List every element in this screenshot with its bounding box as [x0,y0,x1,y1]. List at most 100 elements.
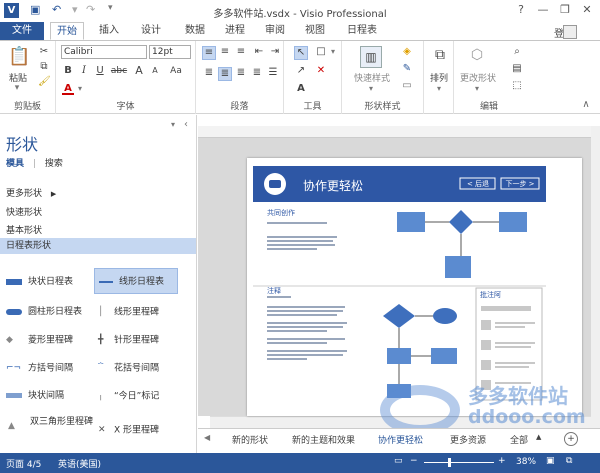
tab-insert[interactable]: 插入 [92,22,126,40]
shape-block-timeline[interactable]: 块状日程表 [6,269,92,295]
slide-next-button[interactable]: 下一步 > [503,179,537,189]
close-button[interactable]: ✕ [578,2,596,18]
quick-styles-icon[interactable]: ▥ [360,46,382,68]
page-tab-new-shapes[interactable]: 新的形状 [232,433,268,446]
minimize-button[interactable]: — [534,2,552,18]
slide-back-button[interactable]: < 后退 [463,179,493,189]
font-color-icon[interactable]: A [62,83,74,95]
shape-line-milestone[interactable]: │ 线形里程碑 [98,299,192,325]
pointer-tool-icon[interactable]: ↖ [294,46,308,60]
arrange-icon[interactable]: ⧉ [431,46,449,64]
page-indicator[interactable]: 页面 4/5 [6,457,41,470]
align-center-icon[interactable]: ≣ [218,67,232,81]
format-painter-icon[interactable]: 🖌 [38,76,51,88]
page-tab-new-themes[interactable]: 新的主题和效果 [292,433,355,446]
align-right-icon[interactable]: ≣ [234,67,248,79]
shape-brace-interval[interactable]: ⏞ 花括号间隔 [98,355,192,381]
increase-font-icon[interactable]: A [132,65,146,77]
font-color-dropdown-icon[interactable]: ▾ [74,83,86,95]
fit-page-icon[interactable]: ▣ [546,456,555,466]
page-tab-all[interactable]: 全部 [510,433,528,446]
add-page-icon[interactable]: + [564,432,578,446]
font-size-combo[interactable]: 12pt [149,45,191,59]
restore-button[interactable]: ❐ [556,2,574,18]
all-pages-dropdown-icon[interactable]: ▲ [536,433,541,441]
fill-icon[interactable]: ◈ [400,46,414,58]
tab-design[interactable]: 设计 [134,22,168,40]
connector-tool-icon[interactable]: ↗ [294,65,308,77]
shape-pin-milestone[interactable]: ╋ 针形里程碑 [98,327,192,353]
menu-quick-shapes[interactable]: 快速形状 [6,205,42,218]
copy-icon[interactable]: ⧉ [38,61,50,73]
help-button[interactable]: ? [512,2,530,18]
tab-review[interactable]: 审阅 [258,22,292,40]
italic-icon[interactable]: I [78,65,90,77]
collapse-ribbon-icon[interactable]: ∧ [580,99,592,111]
cut-icon[interactable]: ✂ [38,46,50,58]
vertical-scrollbar[interactable] [591,126,600,428]
view-normal-icon[interactable]: ▭ [394,456,403,466]
change-shape-dropdown-icon[interactable]: ▾ [472,83,482,95]
paste-dropdown-icon[interactable]: ▾ [12,83,22,93]
shape-double-triangle-milestone[interactable]: ▲ 双三角形里程碑 [6,415,98,441]
find-icon[interactable]: ⌕ [510,46,524,58]
shape-today-marker[interactable]: ╷ “今日”标记 [98,383,192,409]
tab-file[interactable]: 文件 [0,22,44,40]
shapes-pane-collapse-icon[interactable]: ‹ [181,119,191,131]
bullets-icon[interactable]: ☰ [266,67,280,79]
page-tab-collaboration[interactable]: 协作更轻松 [378,433,423,446]
delete-connector-icon[interactable]: ✕ [314,65,328,77]
shape-diamond-milestone[interactable]: ◆ 菱形里程碑 [6,327,92,353]
select-icon[interactable]: ⬚ [510,80,524,92]
align-middle-icon[interactable]: ≡ [218,46,232,58]
line-icon[interactable]: ✎ [400,63,414,75]
shape-block-interval[interactable]: 块状间隔 [6,383,92,409]
shape-cylinder-timeline[interactable]: 圆柱形日程表 [6,299,92,325]
menu-more-shapes[interactable]: 更多形状 ▶ [6,186,56,199]
drawing-page[interactable]: 协作更轻松 < 后退 下一步 > 共同创作 注释 批注阿 [247,158,582,416]
strikethrough-icon[interactable]: abc [110,65,128,77]
arrange-dropdown-icon[interactable]: ▾ [434,83,444,95]
page-tab-more-resources[interactable]: 更多资源 [450,433,486,446]
increase-indent-icon[interactable]: ⇥ [268,46,282,58]
horizontal-ruler[interactable] [198,126,591,138]
tab-data[interactable]: 数据 [178,22,212,40]
effects-icon[interactable]: ▭ [400,80,414,92]
shape-x-milestone[interactable]: ✕ X 形里程碑 [98,417,192,443]
shapes-pane-menu-icon[interactable]: ▾ [168,119,178,131]
tab-stencils[interactable]: 模具 [6,159,24,169]
align-bottom-icon[interactable]: ≡ [234,46,248,58]
zoom-in-icon[interactable]: + [498,456,506,466]
change-case-icon[interactable]: Aa [166,65,186,77]
decrease-font-icon[interactable]: A [148,65,162,77]
tab-view[interactable]: 视图 [298,22,332,40]
layers-icon[interactable]: ▤ [510,63,524,75]
menu-basic-shapes[interactable]: 基本形状 [6,223,42,236]
justify-icon[interactable]: ≣ [250,67,264,79]
shape-line-timeline[interactable]: 线形日程表 [94,268,178,294]
underline-icon[interactable]: U [94,65,106,77]
tab-process[interactable]: 进程 [218,22,252,40]
zoom-level[interactable]: 38% [516,457,536,467]
change-shape-icon[interactable]: ⬡ [468,46,486,64]
align-top-icon[interactable]: ≡ [202,46,216,60]
bold-icon[interactable]: B [62,65,74,77]
text-tool-icon[interactable]: A [294,83,308,95]
font-name-combo[interactable]: Calibri [61,45,147,59]
quick-styles-dropdown-icon[interactable]: ▾ [366,83,376,95]
paste-icon[interactable]: 📋 [8,47,30,67]
align-left-icon[interactable]: ≣ [202,67,216,79]
rectangle-tool-icon[interactable]: □ [314,46,328,58]
shape-bracket-interval[interactable]: ⌐¬ 方括号间隔 [6,355,92,381]
zoom-slider[interactable] [424,462,494,463]
rectangle-dropdown-icon[interactable]: ▾ [328,46,338,58]
user-avatar-icon[interactable] [563,25,577,39]
switch-windows-icon[interactable]: ⧉ [566,456,572,466]
zoom-slider-thumb[interactable] [448,458,451,467]
zoom-out-icon[interactable]: − [410,456,418,466]
menu-timeline-shapes[interactable]: 日程表形状 [0,238,196,254]
tab-home[interactable]: 开始 [50,22,84,40]
decrease-indent-icon[interactable]: ⇤ [252,46,266,58]
language-indicator[interactable]: 英语(美国) [58,457,101,470]
prev-page-icon[interactable]: ◀ [204,433,210,442]
